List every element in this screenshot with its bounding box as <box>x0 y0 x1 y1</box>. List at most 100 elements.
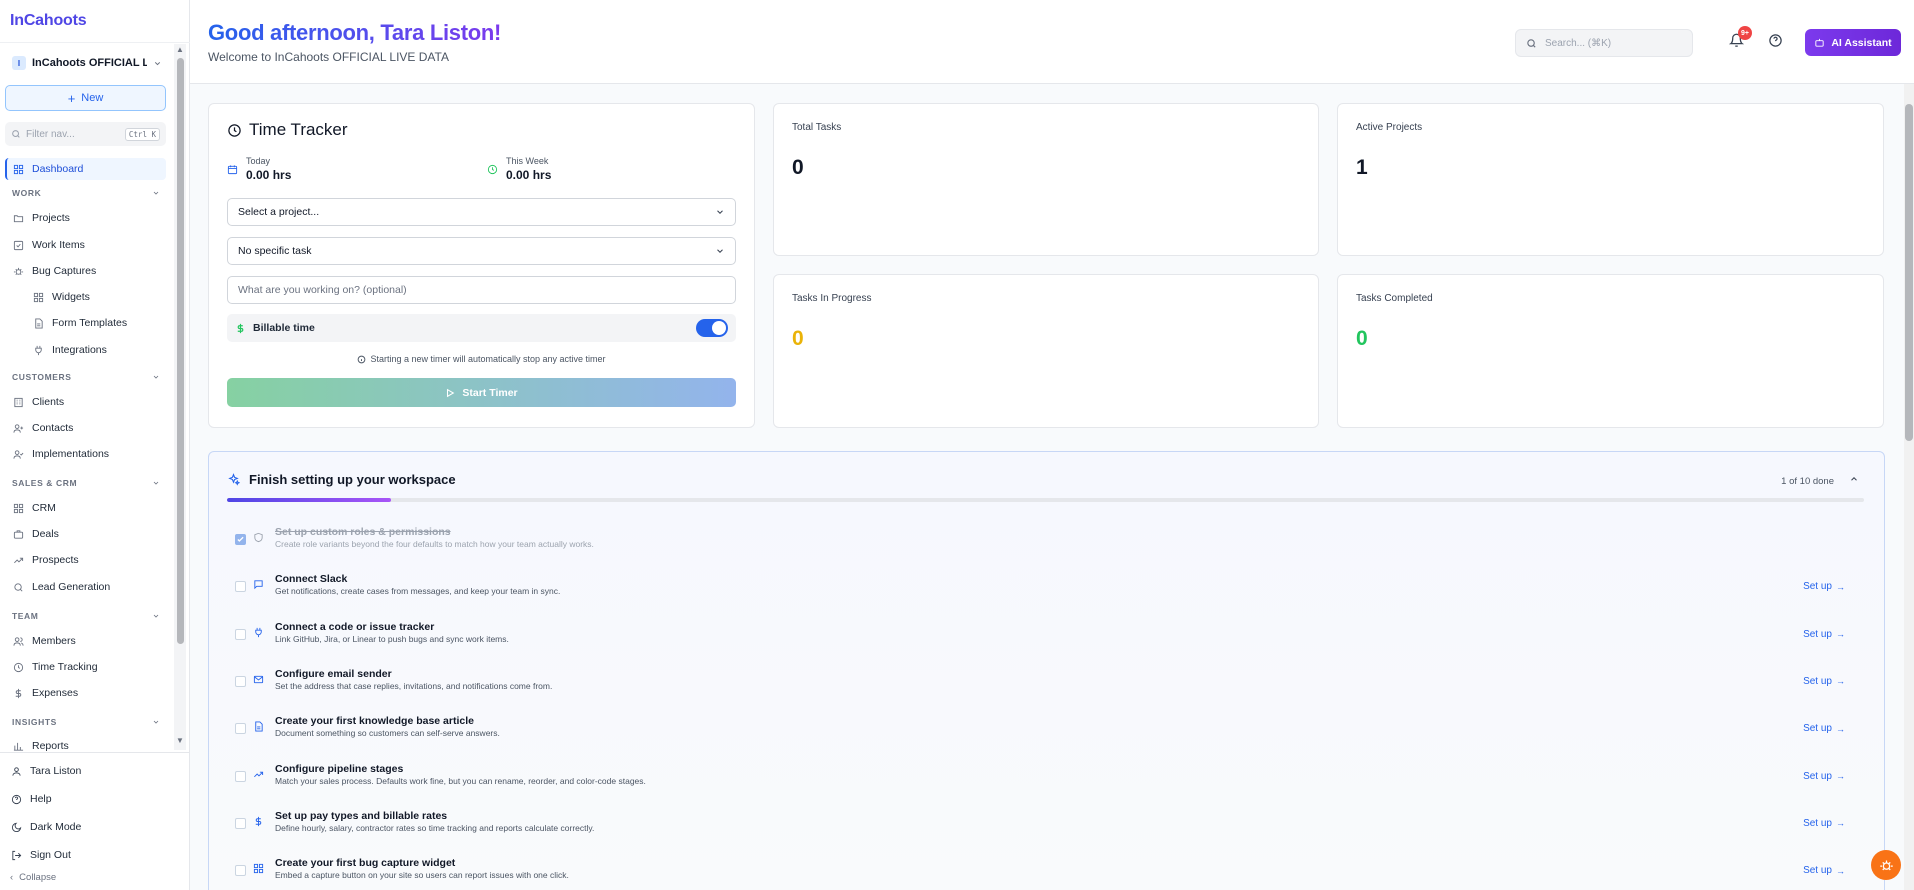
global-search-input[interactable]: Search... (⌘K) <box>1515 29 1693 57</box>
sign-out-button[interactable]: Sign Out <box>5 844 165 866</box>
section-insights[interactable]: INSIGHTS <box>12 715 160 729</box>
task-setup-link[interactable]: Set up → <box>1803 676 1845 687</box>
sidebar-item-deals[interactable]: Deals <box>5 523 166 545</box>
workspace-switcher[interactable]: I InCahoots OFFICIAL LI... <box>12 55 162 71</box>
section-team[interactable]: TEAM <box>12 609 160 623</box>
billable-toggle[interactable] <box>696 319 728 337</box>
task-checkbox[interactable] <box>235 817 246 829</box>
section-customers[interactable]: CUSTOMERS <box>12 370 160 384</box>
task-checkbox[interactable] <box>235 581 246 593</box>
stat-card-active-projects[interactable]: Active Projects 1 <box>1337 103 1884 256</box>
task-setup-link[interactable]: Set up → <box>1803 723 1845 734</box>
sidebar-item-prospects[interactable]: Prospects <box>5 549 166 571</box>
help-button[interactable] <box>1768 33 1783 48</box>
bug-icon <box>1879 860 1893 870</box>
task-checkbox[interactable] <box>235 770 246 782</box>
user-name: Tara Liston <box>30 765 82 777</box>
billable-label: Billable time <box>253 322 315 334</box>
setup-task-row[interactable]: Connect a code or issue tracker Link GitH… <box>235 619 1845 653</box>
bug-report-fab[interactable] <box>1871 850 1901 880</box>
task-checkbox[interactable] <box>235 675 246 687</box>
new-button[interactable]: + New <box>5 85 166 111</box>
sidebar-item-work-items[interactable]: Work Items <box>5 234 166 256</box>
arrow-right-icon: → <box>1836 818 1845 829</box>
project-select[interactable]: Select a project... <box>227 198 736 226</box>
section-sales-crm[interactable]: SALES & CRM <box>12 476 160 490</box>
sidebar-item-bug-captures[interactable]: Bug Captures <box>5 260 166 282</box>
chevron-down-icon <box>153 614 159 618</box>
setup-task-row[interactable]: Create your first knowledge base article… <box>235 713 1845 747</box>
scroll-up-arrow[interactable]: ▲ <box>175 45 185 55</box>
ai-assistant-button[interactable]: AI Assistant <box>1805 29 1901 56</box>
setup-task-row[interactable]: Set up custom roles & permissions Create … <box>235 524 1845 558</box>
collapse-sidebar-button[interactable]: ‹ Collapse <box>10 872 56 883</box>
user-plus-icon <box>13 423 24 433</box>
collapse-setup-button[interactable] <box>1849 474 1859 484</box>
sign-out-icon <box>12 850 22 860</box>
chevron-left-icon: ‹ <box>10 872 14 883</box>
task-checkbox[interactable] <box>235 628 246 640</box>
sidebar-item-reports[interactable]: Reports <box>5 735 166 752</box>
chevron-down-icon <box>153 720 159 724</box>
sidebar-item-lead-generation[interactable]: Lead Generation <box>5 576 166 598</box>
sidebar-item-integrations[interactable]: Integrations <box>5 339 166 361</box>
setup-task-row[interactable]: Create your first bug capture widget Embe… <box>235 855 1845 889</box>
brand-logo[interactable]: InCahoots <box>10 12 87 30</box>
user-profile[interactable]: Tara Liston <box>5 760 165 782</box>
task-select[interactable]: No specific task <box>227 237 736 265</box>
sidebar-item-widgets[interactable]: Widgets <box>5 286 166 308</box>
stat-card-total-tasks[interactable]: Total Tasks 0 <box>773 103 1319 256</box>
plus-icon: + <box>67 90 76 106</box>
setup-task-row[interactable]: Configure pipeline stages Match your sale… <box>235 761 1845 795</box>
setup-link-label: Set up <box>1803 675 1832 687</box>
search-placeholder: Search... (⌘K) <box>1545 37 1612 49</box>
widget-icon <box>33 292 44 302</box>
sidebar-item-label: Clients <box>32 396 65 408</box>
sidebar-item-implementations[interactable]: Implementations <box>5 443 166 465</box>
filter-nav-input[interactable]: Filter nav... Ctrl K <box>5 122 166 146</box>
setup-task-row[interactable]: Connect Slack Get notifications, create c… <box>235 571 1845 605</box>
task-setup-link[interactable]: Set up → <box>1803 629 1845 640</box>
main-scrollbar-thumb[interactable] <box>1905 104 1913 441</box>
task-checkbox[interactable] <box>235 723 246 735</box>
sidebar-item-projects[interactable]: Projects <box>5 207 166 229</box>
task-description: Get notifications, create cases from mes… <box>275 586 561 597</box>
task-setup-link[interactable]: Set up → <box>1803 818 1845 829</box>
task-description: Document something so customers can self… <box>275 728 500 739</box>
task-title: Set up pay types and billable rates <box>275 809 448 822</box>
dark-mode-toggle[interactable]: Dark Mode <box>5 816 165 838</box>
section-work[interactable]: WORK <box>12 186 160 200</box>
work-description-input[interactable]: What are you working on? (optional) <box>227 276 736 304</box>
mail-icon <box>253 674 264 685</box>
sidebar-item-clients[interactable]: Clients <box>5 391 166 413</box>
sidebar-item-crm[interactable]: CRM <box>5 497 166 519</box>
sidebar-item-time-tracking[interactable]: Time Tracking <box>5 656 166 678</box>
setup-task-row[interactable]: Configure email sender Set the address th… <box>235 666 1845 700</box>
sidebar-item-members[interactable]: Members <box>5 630 166 652</box>
stat-card-tasks-completed[interactable]: Tasks Completed 0 <box>1337 274 1884 428</box>
task-checkbox[interactable] <box>235 534 246 545</box>
help-link[interactable]: Help <box>5 788 165 810</box>
task-setup-link[interactable]: Set up → <box>1803 865 1845 876</box>
task-description: Match your sales process. Defaults work … <box>275 775 646 786</box>
task-setup-link[interactable]: Set up → <box>1803 581 1845 592</box>
setup-link-label: Set up <box>1803 817 1832 829</box>
stat-card-tasks-in-progress[interactable]: Tasks In Progress 0 <box>773 274 1319 428</box>
page-subtitle: Welcome to InCahoots OFFICIAL LIVE DATA <box>208 50 449 64</box>
sidebar-item-label: Form Templates <box>52 317 128 329</box>
sidebar-item-expenses[interactable]: Expenses <box>5 682 166 704</box>
setup-link-label: Set up <box>1803 865 1832 877</box>
today-value: 0.00 hrs <box>246 168 292 182</box>
start-timer-button[interactable]: Start Timer <box>227 378 736 407</box>
section-label: WORK <box>12 188 42 198</box>
sidebar-item-dashboard[interactable]: Dashboard <box>5 158 166 180</box>
setup-task-row[interactable]: Set up pay types and billable rates Defin… <box>235 808 1845 842</box>
sidebar-item-label: Bug Captures <box>32 265 97 277</box>
bar-chart-icon <box>13 742 24 751</box>
scroll-down-arrow[interactable]: ▼ <box>175 736 185 746</box>
sidebar-item-contacts[interactable]: Contacts <box>5 417 166 439</box>
sidebar-item-form-templates[interactable]: Form Templates <box>5 312 166 334</box>
task-setup-link[interactable]: Set up → <box>1803 771 1845 782</box>
task-checkbox[interactable] <box>235 865 246 877</box>
sidebar-scrollbar-thumb[interactable] <box>177 58 184 644</box>
